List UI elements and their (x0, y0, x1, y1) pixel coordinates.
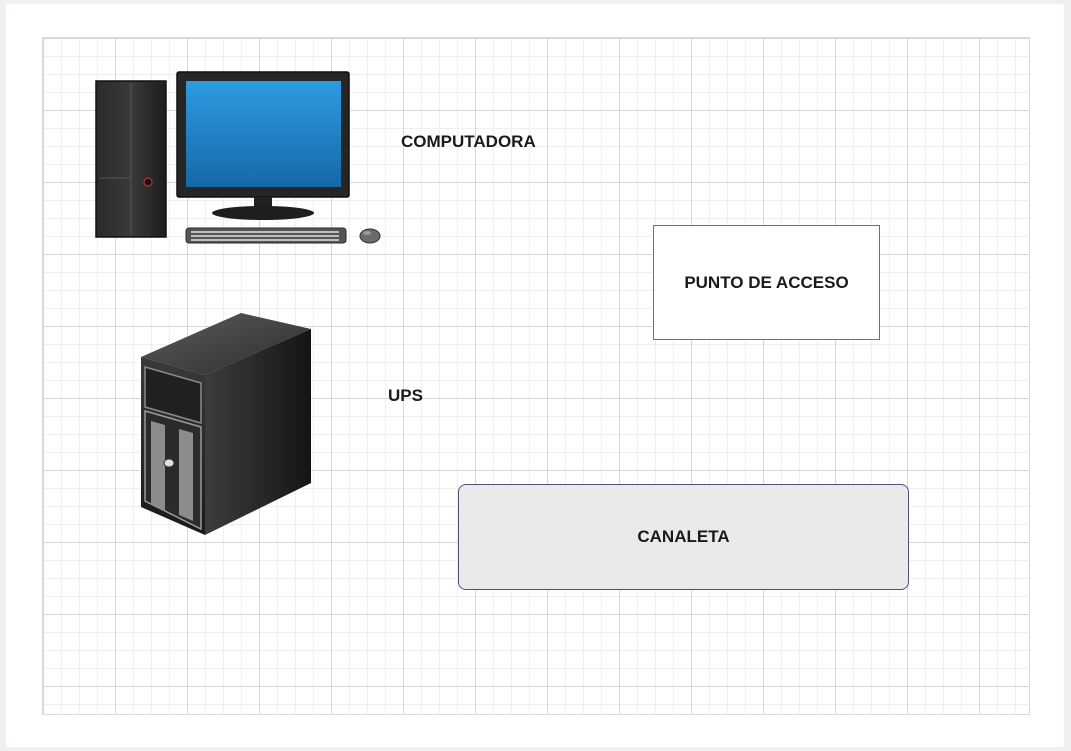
ups-label: UPS (388, 386, 423, 405)
canaleta-box[interactable]: CANALETA (458, 484, 909, 590)
computadora-label: COMPUTADORA (401, 132, 536, 151)
punto-de-acceso-box[interactable]: PUNTO DE ACCESO (653, 225, 880, 340)
ups-tower-icon[interactable] (139, 311, 315, 539)
canaleta-label: CANALETA (637, 527, 730, 546)
punto-de-acceso-label: PUNTO DE ACCESO (684, 272, 849, 292)
desktop-computer-icon[interactable] (94, 70, 386, 250)
